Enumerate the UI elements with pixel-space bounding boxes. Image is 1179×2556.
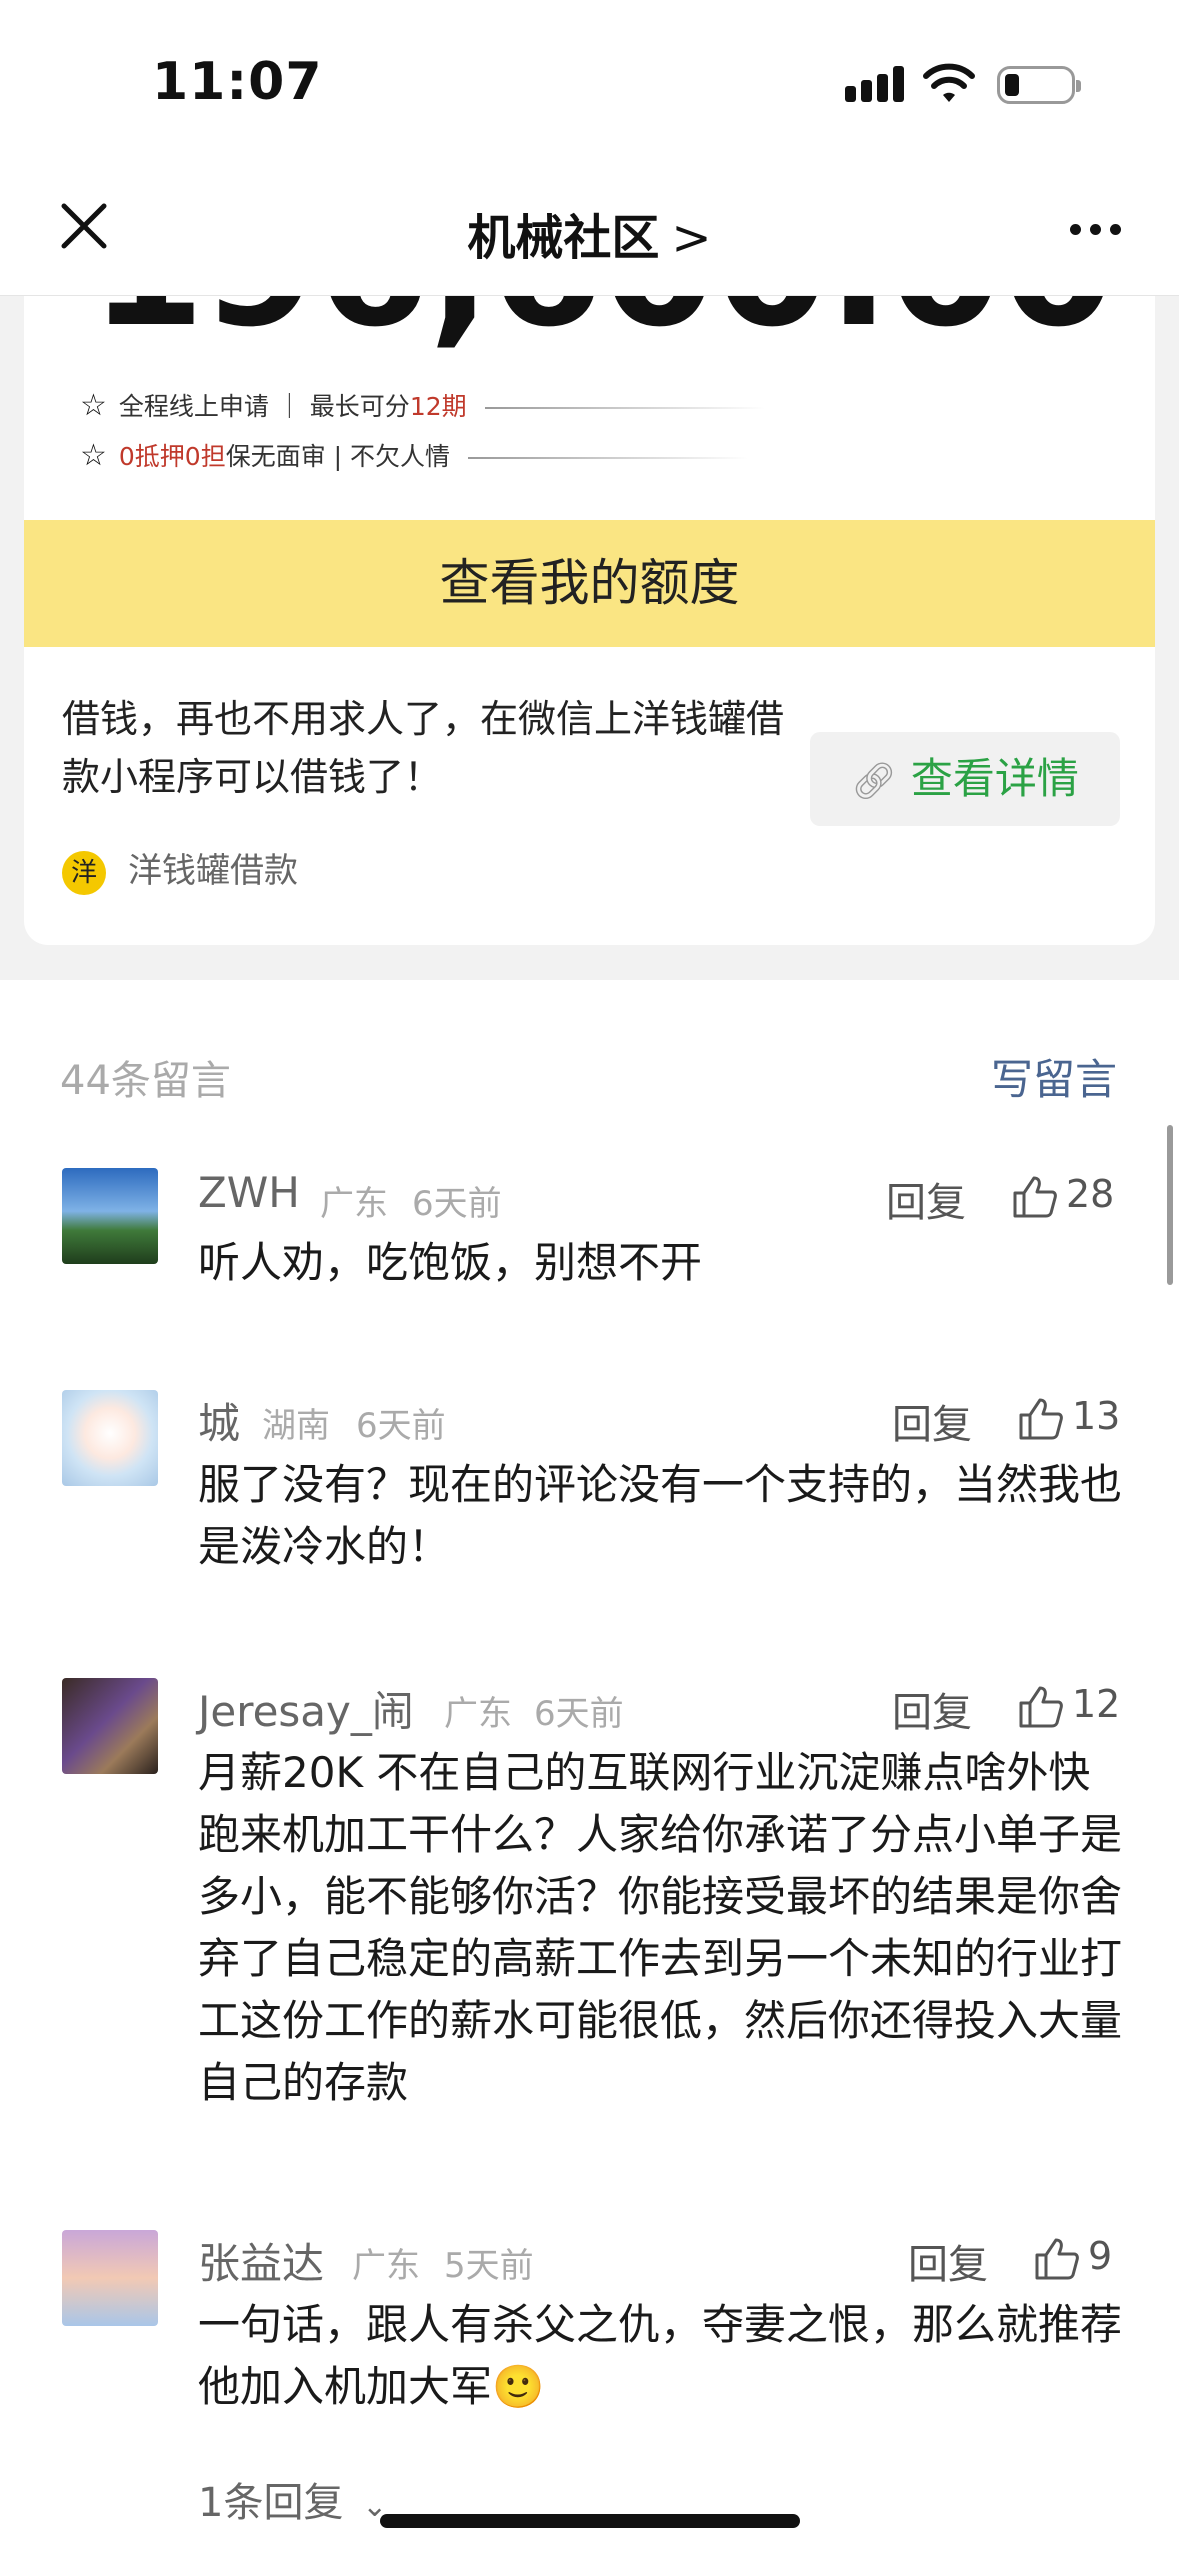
like-button[interactable]: 9 — [1034, 2234, 1112, 2281]
star-icon: ☆ — [80, 438, 107, 473]
like-count: 13 — [1072, 1394, 1121, 1438]
reply-button[interactable]: 回复 — [892, 1392, 972, 1450]
view-quota-button[interactable]: 查看我的额度 — [24, 520, 1155, 647]
comment-time: 6天前 — [356, 1406, 446, 1446]
thumbs-up-icon — [1013, 1176, 1057, 1217]
commenter-name[interactable]: 城 — [198, 1390, 240, 1451]
view-details-button[interactable]: 🔗︎ 查看详情 — [810, 732, 1120, 826]
thumbs-up-icon — [1035, 2238, 1079, 2279]
comment-region: 广东 — [444, 1694, 512, 1734]
like-count: 28 — [1066, 1172, 1115, 1216]
feature-1-text: 全程线上申请 ｜ 最长可分 — [118, 392, 410, 421]
loan-amount: 196,600.00 — [90, 295, 1114, 350]
like-count: 12 — [1072, 1682, 1121, 1726]
commenter-name[interactable]: Jeresay_闹 — [198, 1678, 414, 1739]
divider-line — [484, 407, 765, 409]
status-time: 11:07 — [152, 52, 323, 112]
reply-count: 1条回复 — [198, 2480, 344, 2526]
account-title-text: 机械社区 — [467, 210, 660, 266]
ad-description: 借钱，再也不用求人了，在微信上洋钱罐借款小程序可以借钱了！ — [62, 697, 785, 799]
comment-text: 服了没有？现在的评论没有一个支持的，当然我也是泼冷水的！ — [198, 1460, 1123, 1571]
like-button[interactable]: 13 — [1018, 1394, 1120, 1441]
feature-line-2: ☆ 0抵押0担保无面审 | 不欠人情 — [80, 437, 749, 473]
view-details-label: 查看详情 — [910, 754, 1079, 803]
avatar[interactable] — [62, 2230, 158, 2326]
status-bar: 11:07 — [0, 0, 1179, 170]
feature-1-highlight: 12期 — [409, 392, 467, 421]
divider-line — [468, 457, 749, 459]
ad-section: 196,600.00 ☆ 全程线上申请 ｜ 最长可分12期 ☆ 0抵押0担保无面审 … — [0, 295, 1179, 980]
ad-card[interactable]: 196,600.00 ☆ 全程线上申请 ｜ 最长可分12期 ☆ 0抵押0担保无面审 … — [24, 295, 1155, 945]
star-icon: ☆ — [80, 388, 107, 423]
thumbs-up-icon — [1019, 1398, 1063, 1439]
home-indicator[interactable] — [380, 2514, 800, 2528]
comment-time: 5天前 — [444, 2246, 534, 2286]
wifi-icon — [923, 63, 975, 102]
comment-text: 一句话，跟人有杀父之仇，夺妻之恨，那么就推荐他加入机加大军🙂 — [198, 2300, 1123, 2411]
more-options-icon[interactable] — [1061, 220, 1121, 239]
scrollbar[interactable] — [1167, 1125, 1173, 1285]
chevron-right-icon: > — [671, 210, 712, 266]
like-button[interactable]: 28 — [1012, 1172, 1114, 1219]
feature-line-1: ☆ 全程线上申请 ｜ 最长可分12期 — [80, 387, 765, 423]
ad-brand[interactable]: 洋洋钱罐借款 — [62, 843, 298, 895]
like-count: 9 — [1088, 2234, 1113, 2278]
like-button[interactable]: 12 — [1018, 1682, 1120, 1729]
expand-replies-button[interactable]: 1条回复 ⌄ — [198, 2470, 387, 2528]
nav-bar: 机械社区 > — [0, 170, 1179, 296]
commenter-name[interactable]: 张益达 — [198, 2230, 324, 2291]
reply-button[interactable]: 回复 — [908, 2232, 988, 2290]
thumbs-up-icon — [1019, 1686, 1063, 1727]
reply-button[interactable]: 回复 — [892, 1680, 972, 1738]
avatar[interactable] — [62, 1168, 158, 1264]
comment-count: 44条留言 — [60, 1058, 231, 1104]
avatar[interactable] — [62, 1678, 158, 1774]
write-comment-button[interactable]: 写留言 — [991, 1046, 1117, 1107]
reply-button[interactable]: 回复 — [886, 1170, 966, 1228]
brand-logo: 洋 — [62, 850, 106, 895]
comment-time: 6天前 — [534, 1694, 624, 1734]
cellular-signal-icon — [845, 66, 909, 102]
comment-time: 6天前 — [412, 1184, 502, 1224]
account-title[interactable]: 机械社区 > — [0, 198, 1179, 268]
commenter-name[interactable]: ZWH — [198, 1168, 300, 1217]
feature-2-text: 保无面审 | 不欠人情 — [225, 442, 451, 471]
comment-text: 月薪20K 不在自己的互联网行业沉淀赚点啥外快跑来机加工干什么？人家给你承诺了分… — [198, 1748, 1123, 2107]
link-icon: 🔗︎ — [851, 761, 897, 802]
avatar[interactable] — [62, 1390, 158, 1486]
brand-name: 洋钱罐借款 — [128, 851, 298, 891]
comment-region: 广东 — [320, 1184, 388, 1224]
feature-2-highlight: 0抵押0担 — [118, 442, 226, 471]
comment-text: 听人劝，吃饱饭，别想不开 — [198, 1238, 703, 1287]
battery-icon — [997, 66, 1081, 104]
comment-region: 湖南 — [262, 1406, 330, 1446]
comment-region: 广东 — [352, 2246, 420, 2286]
